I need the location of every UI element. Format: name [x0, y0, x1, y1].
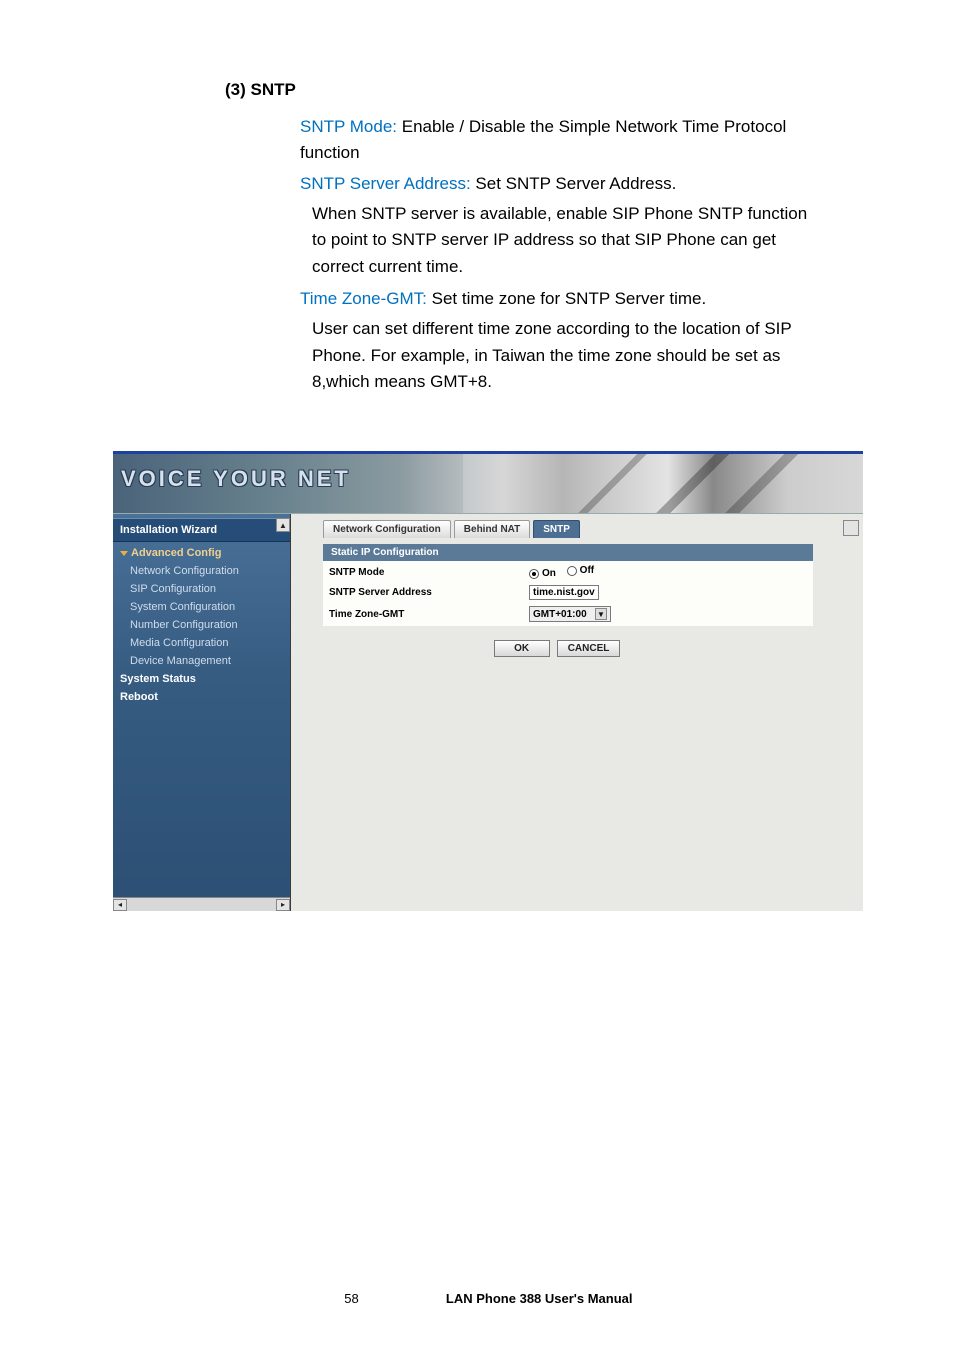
timezone-value: GMT+01:00	[533, 609, 587, 620]
radio-unchecked-icon	[567, 566, 577, 576]
sidebar-item-system[interactable]: System Configuration	[113, 598, 290, 616]
sidebar: ▲ Installation Wizard Advanced Config Ne…	[113, 514, 291, 911]
content-panel: ▲ Network Configuration Behind NAT SNTP …	[291, 514, 863, 911]
row-sntp-mode: SNTP Mode On Off	[323, 561, 813, 583]
sidebar-item-number[interactable]: Number Configuration	[113, 616, 290, 634]
text-time-zone: Set time zone for SNTP Server time.	[427, 289, 706, 308]
radio-on[interactable]: On	[529, 568, 556, 579]
section-heading: (3) SNTP	[225, 80, 834, 100]
label-address: SNTP Server Address	[323, 583, 523, 602]
app-screenshot: VOICE YOUR NET ▲ Installation Wizard Adv…	[113, 451, 863, 911]
sidebar-item-device[interactable]: Device Management	[113, 652, 290, 670]
text-time-zone-detail: User can set different time zone accordi…	[300, 316, 824, 395]
app-banner: VOICE YOUR NET	[113, 454, 863, 514]
label-tz: Time Zone-GMT	[323, 602, 523, 626]
config-table: SNTP Mode On Off SNTP Server Address tim…	[323, 561, 813, 626]
server-address-input[interactable]: time.nist.gov	[529, 585, 599, 600]
sidebar-section-label: Advanced Config	[131, 547, 221, 559]
scroll-up-icon[interactable]: ▲	[276, 518, 290, 532]
tab-bar: Network Configuration Behind NAT SNTP	[323, 520, 853, 538]
sidebar-item-status[interactable]: System Status	[113, 670, 290, 688]
dropdown-arrow-icon: ▼	[595, 608, 607, 620]
label-time-zone: Time Zone-GMT:	[300, 289, 427, 308]
tab-sntp[interactable]: SNTP	[533, 520, 580, 538]
timezone-select[interactable]: GMT+01:00 ▼	[529, 606, 611, 622]
footer-title: LAN Phone 388 User's Manual	[386, 1291, 633, 1306]
panel-title: Static IP Configuration	[323, 544, 813, 561]
triangle-down-icon	[120, 551, 128, 556]
scroll-left-icon[interactable]: ◂	[113, 899, 127, 911]
button-row: OK CANCEL	[301, 640, 813, 657]
cancel-button[interactable]: CANCEL	[557, 640, 621, 657]
tab-behind-nat[interactable]: Behind NAT	[454, 520, 530, 538]
sidebar-scrollbar[interactable]: ◂ ▸	[113, 897, 290, 911]
ok-button[interactable]: OK	[494, 640, 550, 657]
row-time-zone: Time Zone-GMT GMT+01:00 ▼	[323, 602, 813, 626]
scroll-up-icon[interactable]: ▲	[847, 522, 855, 531]
tab-network[interactable]: Network Configuration	[323, 520, 451, 538]
page-number: 58	[321, 1291, 381, 1306]
text-sntp-server-detail: When SNTP server is available, enable SI…	[300, 201, 824, 280]
radio-checked-icon	[529, 569, 539, 579]
sidebar-item-network[interactable]: Network Configuration	[113, 562, 290, 580]
page-footer: 58 LAN Phone 388 User's Manual	[0, 1290, 954, 1308]
body-text: SNTP Mode: Enable / Disable the Simple N…	[300, 114, 824, 395]
row-server-address: SNTP Server Address time.nist.gov	[323, 583, 813, 602]
sidebar-item-media[interactable]: Media Configuration	[113, 634, 290, 652]
sidebar-item-wizard[interactable]: Installation Wizard	[113, 518, 290, 542]
text-sntp-server: Set SNTP Server Address.	[471, 174, 677, 193]
sidebar-item-sip[interactable]: SIP Configuration	[113, 580, 290, 598]
brand-text: VOICE YOUR NET	[121, 466, 351, 492]
radio-off-label: Off	[580, 565, 594, 576]
radio-off[interactable]: Off	[567, 565, 594, 576]
radio-on-label: On	[542, 568, 556, 579]
label-mode: SNTP Mode	[323, 561, 523, 583]
label-sntp-mode: SNTP Mode:	[300, 117, 397, 136]
label-sntp-server: SNTP Server Address:	[300, 174, 471, 193]
scroll-right-icon[interactable]: ▸	[276, 899, 290, 911]
sidebar-item-reboot[interactable]: Reboot	[113, 688, 290, 706]
sidebar-section-advanced[interactable]: Advanced Config	[113, 542, 290, 562]
